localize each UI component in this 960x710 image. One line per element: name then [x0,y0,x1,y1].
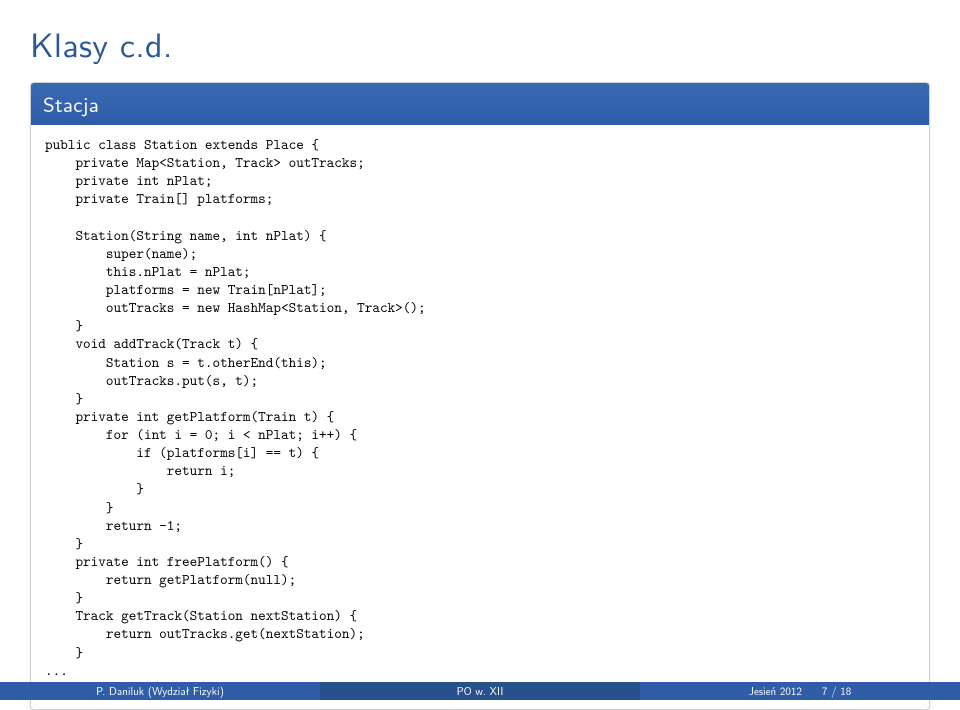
block-heading: Stacja [31,83,929,125]
footer: P. Daniluk (Wydział Fizyki) PO w. XII Je… [0,682,960,700]
footer-page: 7 / 18 [822,683,851,699]
code-block: Stacja public class Station extends Plac… [30,82,930,710]
footer-author: P. Daniluk (Wydział Fizyki) [0,682,320,700]
footer-term: Jesień 2012 [749,683,802,699]
footer-center: PO w. XII [320,682,640,700]
footer-right: Jesień 2012 7 / 18 [640,682,960,700]
code-content: public class Station extends Place { pri… [31,125,929,709]
slide: Klasy c.d. Stacja public class Station e… [0,0,960,700]
slide-title: Klasy c.d. [30,18,930,68]
